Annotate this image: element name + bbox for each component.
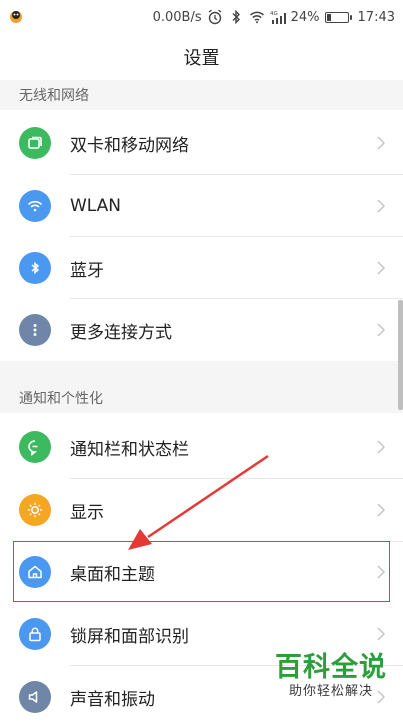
settings-item-dual-sim[interactable]: 双卡和移动网络 bbox=[0, 112, 403, 174]
chat-bubble-icon bbox=[19, 431, 51, 463]
settings-item-label: 蓝牙 bbox=[70, 260, 104, 281]
bluetooth-icon bbox=[232, 9, 240, 25]
annotation-highlight-box bbox=[13, 541, 390, 602]
settings-item-label: WLAN bbox=[70, 196, 122, 216]
clock: 17:43 bbox=[357, 9, 395, 25]
settings-item-label: 锁屏和面部识别 bbox=[70, 626, 189, 647]
page-title: 设置 bbox=[183, 48, 220, 69]
wifi-icon bbox=[249, 11, 264, 24]
section-title: 无线和网络 bbox=[19, 88, 89, 104]
watermark-logo: 百科全说 助你轻松解决 bbox=[275, 653, 387, 701]
watermark-subtitle: 助你轻松解决 bbox=[288, 684, 373, 699]
battery-percent: 24% bbox=[290, 9, 320, 25]
speaker-icon bbox=[19, 681, 51, 713]
section-header-notifications: 通知和个性化 bbox=[0, 383, 403, 413]
app-notification-icon bbox=[10, 11, 22, 23]
settings-item-label: 通知栏和状态栏 bbox=[70, 439, 189, 460]
wifi-icon bbox=[19, 190, 51, 222]
lock-icon bbox=[19, 618, 51, 650]
settings-item-more-connections[interactable]: 更多连接方式 bbox=[0, 299, 403, 361]
cellular-signal-icon: 4G bbox=[270, 11, 286, 24]
section-spacer bbox=[0, 361, 403, 383]
settings-item-label: 更多连接方式 bbox=[70, 322, 172, 343]
brightness-icon bbox=[19, 494, 51, 526]
battery-level bbox=[326, 13, 332, 21]
battery-icon bbox=[324, 11, 352, 23]
settings-item-notification-bar[interactable]: 通知栏和状态栏 bbox=[0, 416, 403, 478]
settings-item-label: 声音和振动 bbox=[70, 689, 155, 710]
watermark-title: 百科全说 bbox=[275, 652, 387, 683]
network-speed: 0.00B/s bbox=[152, 9, 202, 25]
chevron-right-icon bbox=[377, 627, 386, 641]
sim-card-icon bbox=[19, 127, 51, 159]
chevron-right-icon bbox=[377, 136, 386, 150]
settings-item-label: 双卡和移动网络 bbox=[70, 135, 189, 156]
status-bar: 0.00B/s 4G 24% 17:43 bbox=[0, 0, 403, 34]
page-header: 设置 bbox=[0, 34, 403, 81]
section-header-wireless: 无线和网络 bbox=[0, 80, 403, 110]
chevron-right-icon bbox=[377, 261, 386, 275]
chevron-right-icon bbox=[377, 323, 386, 337]
chevron-right-icon bbox=[377, 503, 386, 517]
more-dots-icon bbox=[19, 314, 51, 346]
chevron-right-icon bbox=[377, 440, 386, 454]
settings-item-wlan[interactable]: WLAN bbox=[0, 175, 403, 237]
settings-item-bluetooth[interactable]: 蓝牙 bbox=[0, 237, 403, 299]
alarm-icon bbox=[208, 9, 222, 25]
settings-item-label: 显示 bbox=[70, 502, 104, 523]
svg-text:4G: 4G bbox=[270, 11, 278, 17]
section-title: 通知和个性化 bbox=[19, 391, 103, 407]
scrollbar[interactable] bbox=[398, 300, 403, 410]
bluetooth-icon bbox=[19, 252, 51, 284]
settings-item-display[interactable]: 显示 bbox=[0, 479, 403, 541]
chevron-right-icon bbox=[377, 199, 386, 213]
